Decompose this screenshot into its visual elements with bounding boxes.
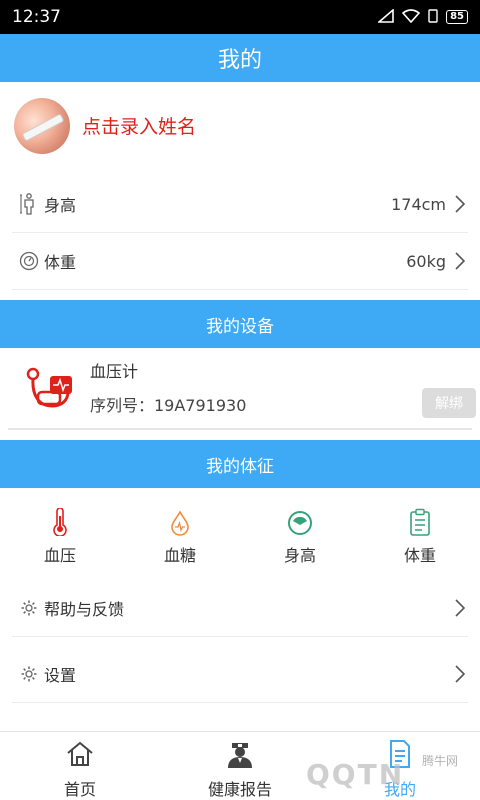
- settings-label: 设置: [44, 666, 77, 685]
- app-root: 12:37 85 我的 点击录入姓名 身高 174cm 体重 60kg 我的设备…: [0, 0, 480, 800]
- vital-label: 血压: [43, 546, 76, 565]
- profile-header[interactable]: 点击录入姓名: [0, 82, 480, 174]
- system-icons: 85: [376, 7, 468, 27]
- weight-value: 60kg: [406, 251, 446, 271]
- blood-pressure-monitor-icon: [24, 366, 78, 412]
- chevron-right-icon: [454, 598, 466, 618]
- signal-icon: [376, 7, 394, 27]
- settings-row[interactable]: 设置: [12, 646, 468, 703]
- height-value: 174cm: [391, 194, 446, 214]
- help-feedback-row[interactable]: 帮助与反馈: [12, 580, 468, 637]
- home-icon: [66, 738, 94, 770]
- status-time: 12:37: [12, 7, 61, 27]
- tab-home[interactable]: 首页: [0, 732, 160, 800]
- drop-icon: [170, 506, 190, 536]
- person-height-icon: [18, 193, 40, 215]
- watermark-logo-text: QQTN: [306, 758, 405, 791]
- tab-label: 首页: [63, 780, 96, 799]
- unbind-button[interactable]: 解绑: [422, 388, 476, 418]
- gauge-icon: [287, 506, 313, 536]
- vitals-grid: 血压 血糖 身高 体重: [0, 490, 480, 580]
- thermometer-icon: [53, 506, 67, 536]
- my-devices-title: 我的设备: [206, 316, 274, 337]
- vital-weight[interactable]: 体重: [360, 490, 480, 580]
- vital-label: 体重: [403, 546, 436, 565]
- my-vitals-title: 我的体征: [206, 456, 274, 477]
- sim-icon: [428, 8, 438, 27]
- weight-row[interactable]: 体重 60kg: [12, 233, 468, 290]
- vital-label: 血糖: [163, 546, 196, 565]
- vital-height[interactable]: 身高: [240, 490, 360, 580]
- height-label: 身高: [44, 196, 77, 215]
- chevron-right-icon: [454, 664, 466, 684]
- wifi-icon: [401, 8, 421, 27]
- watermark: QQTN 腾牛网: [276, 748, 480, 798]
- vital-blood-pressure[interactable]: 血压: [0, 490, 120, 580]
- help-feedback-label: 帮助与反馈: [44, 600, 125, 619]
- my-devices-header: 我的设备: [0, 300, 480, 348]
- page-title-bar: 我的: [0, 34, 480, 82]
- gear-icon: [18, 597, 40, 619]
- clipboard-icon: [409, 506, 431, 536]
- battery-indicator: 85: [446, 10, 468, 24]
- my-vitals-header: 我的体征: [0, 440, 480, 488]
- page-title: 我的: [217, 48, 262, 73]
- vital-blood-sugar[interactable]: 血糖: [120, 490, 240, 580]
- chevron-right-icon: [454, 194, 466, 214]
- device-name: 血压计: [90, 362, 139, 381]
- avatar[interactable]: [14, 98, 70, 154]
- watermark-sub-text: 腾牛网: [422, 754, 459, 768]
- scale-icon: [18, 250, 40, 272]
- chevron-right-icon: [454, 251, 466, 271]
- divider: [8, 428, 472, 430]
- device-card: 血压计 序列号：19A791930 解绑: [0, 350, 480, 428]
- height-row[interactable]: 身高 174cm: [12, 176, 468, 233]
- vital-label: 身高: [283, 546, 316, 565]
- weight-label: 体重: [44, 253, 77, 272]
- device-serial: 序列号：19A791930: [90, 396, 247, 415]
- doctor-icon: [225, 738, 255, 770]
- enter-name-link[interactable]: 点击录入姓名: [82, 112, 196, 139]
- gear-icon: [18, 663, 40, 685]
- tab-label: 健康报告: [207, 780, 272, 799]
- status-bar: 12:37 85: [0, 0, 480, 34]
